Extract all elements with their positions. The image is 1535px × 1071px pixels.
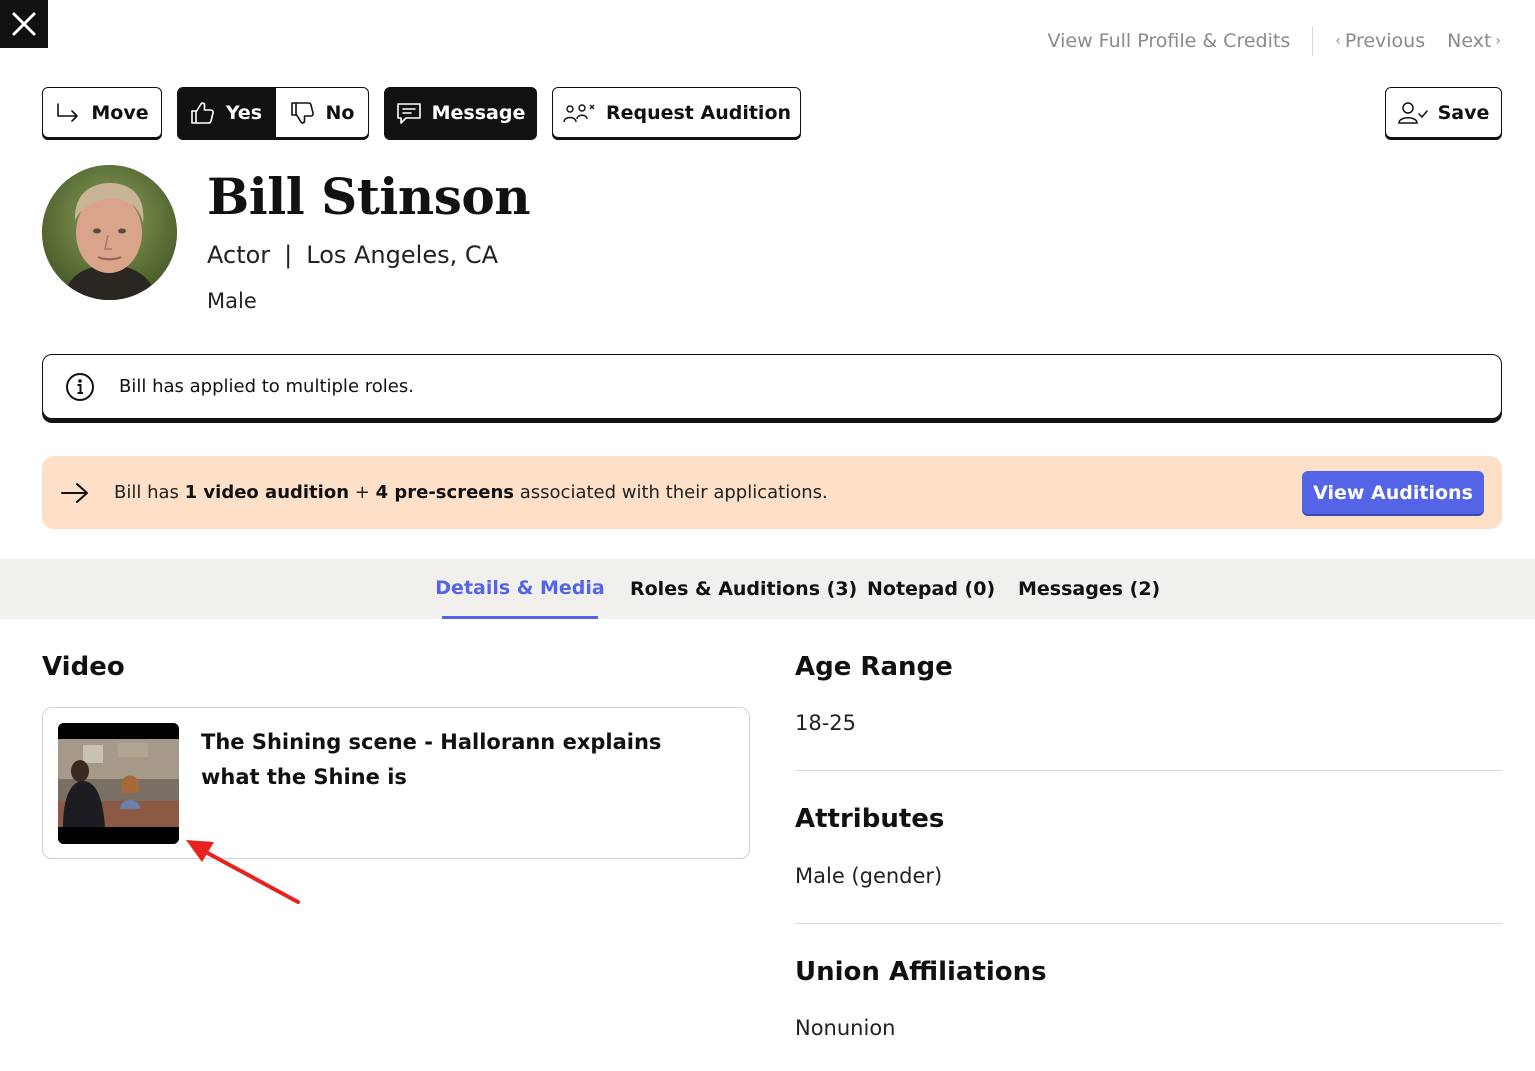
- video-thumbnail-image: [58, 723, 179, 844]
- details-divider: [795, 770, 1502, 771]
- no-label: No: [325, 101, 355, 124]
- tab-details-media[interactable]: Details & Media: [435, 559, 605, 619]
- previous-label: Previous: [1344, 30, 1426, 52]
- message-button[interactable]: Message: [384, 87, 537, 138]
- auditions-prefix: Bill has: [114, 482, 179, 503]
- yes-label: Yes: [225, 101, 263, 124]
- move-label: Move: [91, 101, 149, 124]
- info-banner-text: Bill has applied to multiple roles.: [119, 376, 414, 397]
- tab-bar: Details & Media Roles & Auditions (3) No…: [0, 559, 1535, 619]
- nav-divider: [1312, 26, 1314, 56]
- prescreen-count: 4 pre-screens: [375, 482, 515, 503]
- video-audition-count: 1 video audition: [184, 482, 350, 503]
- yes-button[interactable]: Yes: [177, 87, 275, 138]
- age-range-label: Age Range: [795, 652, 953, 682]
- video-title[interactable]: The Shining scene - Hallorann explains w…: [201, 725, 721, 795]
- profile-name: Bill Stinson: [207, 167, 531, 226]
- tab-roles-auditions[interactable]: Roles & Auditions (3): [630, 559, 857, 619]
- auditions-plus: +: [354, 482, 370, 503]
- auditions-banner-text: Bill has 1 video audition + 4 pre-screen…: [114, 482, 828, 503]
- info-icon: [66, 372, 94, 401]
- save-label: Save: [1437, 101, 1490, 124]
- action-toolbar: Move Yes No Message Request Audition Sav…: [42, 87, 1502, 138]
- top-navigation: View Full Profile & Credits ‹ Previous N…: [1048, 26, 1501, 56]
- auditions-suffix: associated with their applications.: [519, 482, 828, 503]
- attributes-label: Attributes: [795, 804, 945, 834]
- profile-gender: Male: [207, 289, 257, 313]
- attributes-value: Male (gender): [795, 864, 943, 888]
- chevron-left-icon: ‹: [1335, 33, 1341, 49]
- request-audition-button[interactable]: Request Audition: [552, 87, 801, 138]
- info-banner: Bill has applied to multiple roles.: [42, 354, 1502, 419]
- view-auditions-button[interactable]: View Auditions: [1302, 471, 1484, 514]
- message-icon: [396, 102, 421, 124]
- subtitle-divider: |: [284, 241, 293, 269]
- move-button[interactable]: Move: [42, 87, 162, 138]
- profile-location: Los Angeles, CA: [306, 241, 499, 269]
- avatar: [42, 165, 177, 300]
- auditions-banner: Bill has 1 video audition + 4 pre-screen…: [42, 456, 1502, 529]
- video-section-title: Video: [42, 652, 125, 682]
- request-audition-label: Request Audition: [605, 101, 792, 124]
- union-affiliations-value: Nonunion: [795, 1016, 896, 1040]
- no-button[interactable]: No: [275, 87, 369, 138]
- video-thumbnail[interactable]: [58, 723, 179, 844]
- arrow-right-icon: [61, 482, 88, 503]
- next-link[interactable]: Next ›: [1447, 30, 1501, 52]
- tab-messages[interactable]: Messages (2): [1018, 559, 1160, 619]
- union-affiliations-label: Union Affiliations: [795, 957, 1047, 987]
- user-check-icon: [1397, 101, 1428, 124]
- chevron-right-icon: ›: [1495, 33, 1501, 49]
- previous-link[interactable]: ‹ Previous: [1335, 30, 1425, 52]
- close-icon: [12, 12, 36, 36]
- move-arrow-icon: [57, 102, 79, 122]
- video-card[interactable]: The Shining scene - Hallorann explains w…: [42, 707, 750, 859]
- avatar-portrait: [42, 165, 177, 300]
- profile-subtitle: Actor | Los Angeles, CA: [207, 241, 498, 269]
- audition-group-icon: [563, 103, 595, 122]
- save-button[interactable]: Save: [1385, 87, 1502, 138]
- thumbs-down-icon: [290, 101, 314, 124]
- profile-role: Actor: [207, 241, 271, 269]
- view-full-profile-link[interactable]: View Full Profile & Credits: [1048, 30, 1313, 52]
- thumbs-up-icon: [191, 101, 214, 124]
- next-label: Next: [1447, 30, 1492, 52]
- tab-notepad[interactable]: Notepad (0): [867, 559, 995, 619]
- close-button[interactable]: [0, 0, 48, 48]
- message-label: Message: [431, 101, 526, 124]
- details-divider: [795, 923, 1502, 924]
- age-range-value: 18-25: [795, 711, 857, 735]
